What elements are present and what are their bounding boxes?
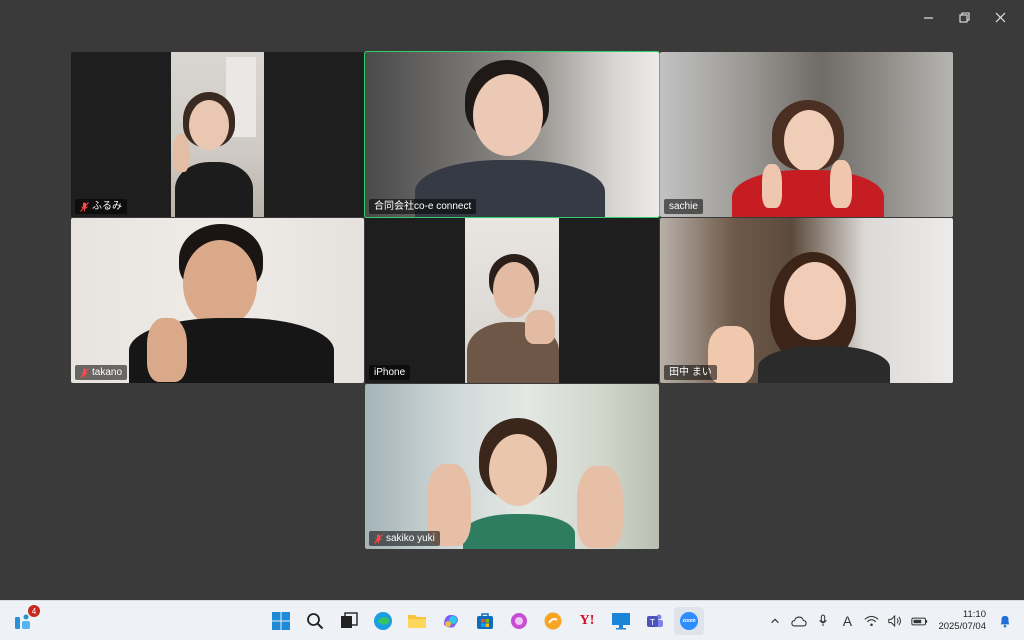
- show-hidden-icons-button[interactable]: [766, 612, 784, 630]
- widgets-button[interactable]: 4: [12, 605, 40, 633]
- participant-name: iPhone: [374, 367, 406, 378]
- video-feed-frame: [171, 52, 264, 217]
- video-tile-iphone[interactable]: iPhone: [365, 218, 659, 383]
- copilot-icon: [444, 615, 458, 628]
- close-button[interactable]: [982, 6, 1018, 28]
- clock-date: 2025/07/04: [938, 621, 986, 632]
- system-tray: A 11:10 2025/07/04: [766, 607, 1014, 635]
- notifications-button[interactable]: [996, 612, 1014, 630]
- folder-icon: [408, 615, 426, 628]
- participant-name-tag: takano: [75, 365, 128, 380]
- teams-button[interactable]: T: [640, 607, 670, 635]
- microphone-button[interactable]: [814, 612, 832, 630]
- wifi-icon: [864, 615, 879, 626]
- onedrive-button[interactable]: [790, 612, 808, 630]
- participant-name-tag: iPhone: [369, 365, 411, 380]
- video-tile-takano[interactable]: takano: [71, 218, 364, 383]
- restore-icon: [958, 11, 970, 23]
- bell-icon: [1000, 615, 1010, 628]
- participant-name: ふるみ: [92, 201, 122, 212]
- teams-icon: T: [647, 614, 663, 627]
- video-tile-tanaka-mai[interactable]: 田中 まい: [660, 218, 953, 383]
- windows-logo-icon: [272, 612, 290, 630]
- minimize-button[interactable]: [910, 6, 946, 28]
- yahoo-button[interactable]: Y!: [572, 607, 602, 635]
- participant-name: sachie: [669, 201, 698, 212]
- battery-icon: [911, 617, 928, 625]
- participant-name: 田中 まい: [669, 367, 712, 378]
- muted-mic-icon: [374, 533, 383, 544]
- search-button[interactable]: [300, 607, 330, 635]
- clock-time: 11:10: [962, 609, 986, 620]
- orange-app-button[interactable]: [538, 607, 568, 635]
- cloud-icon: [791, 616, 808, 626]
- copilot-app-icon: [511, 613, 527, 629]
- video-tile-sakiko-yuki[interactable]: sakiko yuki: [365, 384, 659, 549]
- zoom-button[interactable]: zoom: [674, 607, 704, 635]
- clock[interactable]: 11:10 2025/07/04: [938, 609, 986, 633]
- ime-icon: A: [842, 613, 853, 629]
- store-icon: [477, 613, 493, 629]
- minimize-icon: [923, 16, 933, 19]
- svg-text:T: T: [650, 618, 655, 627]
- orange-app-icon: [544, 612, 562, 630]
- yahoo-icon: Y!: [579, 613, 595, 628]
- muted-mic-icon: [80, 201, 89, 212]
- video-tile-sachie[interactable]: sachie: [660, 52, 953, 217]
- muted-mic-icon: [80, 367, 89, 378]
- monitor-icon: [612, 613, 630, 630]
- window-controls: [910, 6, 1018, 28]
- notification-badge: 4: [28, 605, 40, 617]
- speaker-icon: [888, 615, 901, 627]
- volume-button[interactable]: [886, 612, 904, 630]
- participant-name-tag: sachie: [664, 199, 703, 214]
- participant-name-tag: 合同会社co-e connect: [369, 199, 477, 214]
- search-icon: [307, 613, 324, 630]
- participant-name-tag: ふるみ: [75, 199, 127, 214]
- copilot-app-button[interactable]: [504, 607, 534, 635]
- start-button[interactable]: [266, 607, 296, 635]
- taskbar: 4 Y! T zoom A 11:10 2025/07/04: [0, 600, 1024, 640]
- task-view-button[interactable]: [334, 607, 364, 635]
- wifi-button[interactable]: [862, 612, 880, 630]
- participant-name-tag: 田中 まい: [664, 365, 717, 380]
- taskbar-apps: Y! T zoom: [266, 607, 704, 635]
- remote-desktop-button[interactable]: [606, 607, 636, 635]
- input-method-button[interactable]: A: [838, 612, 856, 630]
- video-tile-coe-connect[interactable]: 合同会社co-e connect: [364, 51, 660, 218]
- video-tile-furumi[interactable]: ふるみ: [71, 52, 364, 217]
- copilot-button[interactable]: [436, 607, 466, 635]
- video-feed-frame: [465, 218, 559, 383]
- restore-button[interactable]: [946, 6, 982, 28]
- chevron-up-icon: [771, 618, 780, 624]
- edge-button[interactable]: [368, 607, 398, 635]
- task-view-icon: [341, 612, 358, 628]
- microphone-icon: [819, 614, 828, 626]
- file-explorer-button[interactable]: [402, 607, 432, 635]
- participant-name: takano: [92, 367, 123, 378]
- participant-name: sakiko yuki: [386, 533, 435, 544]
- microsoft-store-button[interactable]: [470, 607, 500, 635]
- zoom-label: zoom: [682, 618, 696, 624]
- edge-browser-icon: [374, 612, 392, 630]
- participant-name-tag: sakiko yuki: [369, 531, 440, 546]
- participant-name: 合同会社co-e connect: [374, 201, 472, 212]
- battery-button[interactable]: [910, 612, 928, 630]
- close-icon: [995, 12, 1005, 22]
